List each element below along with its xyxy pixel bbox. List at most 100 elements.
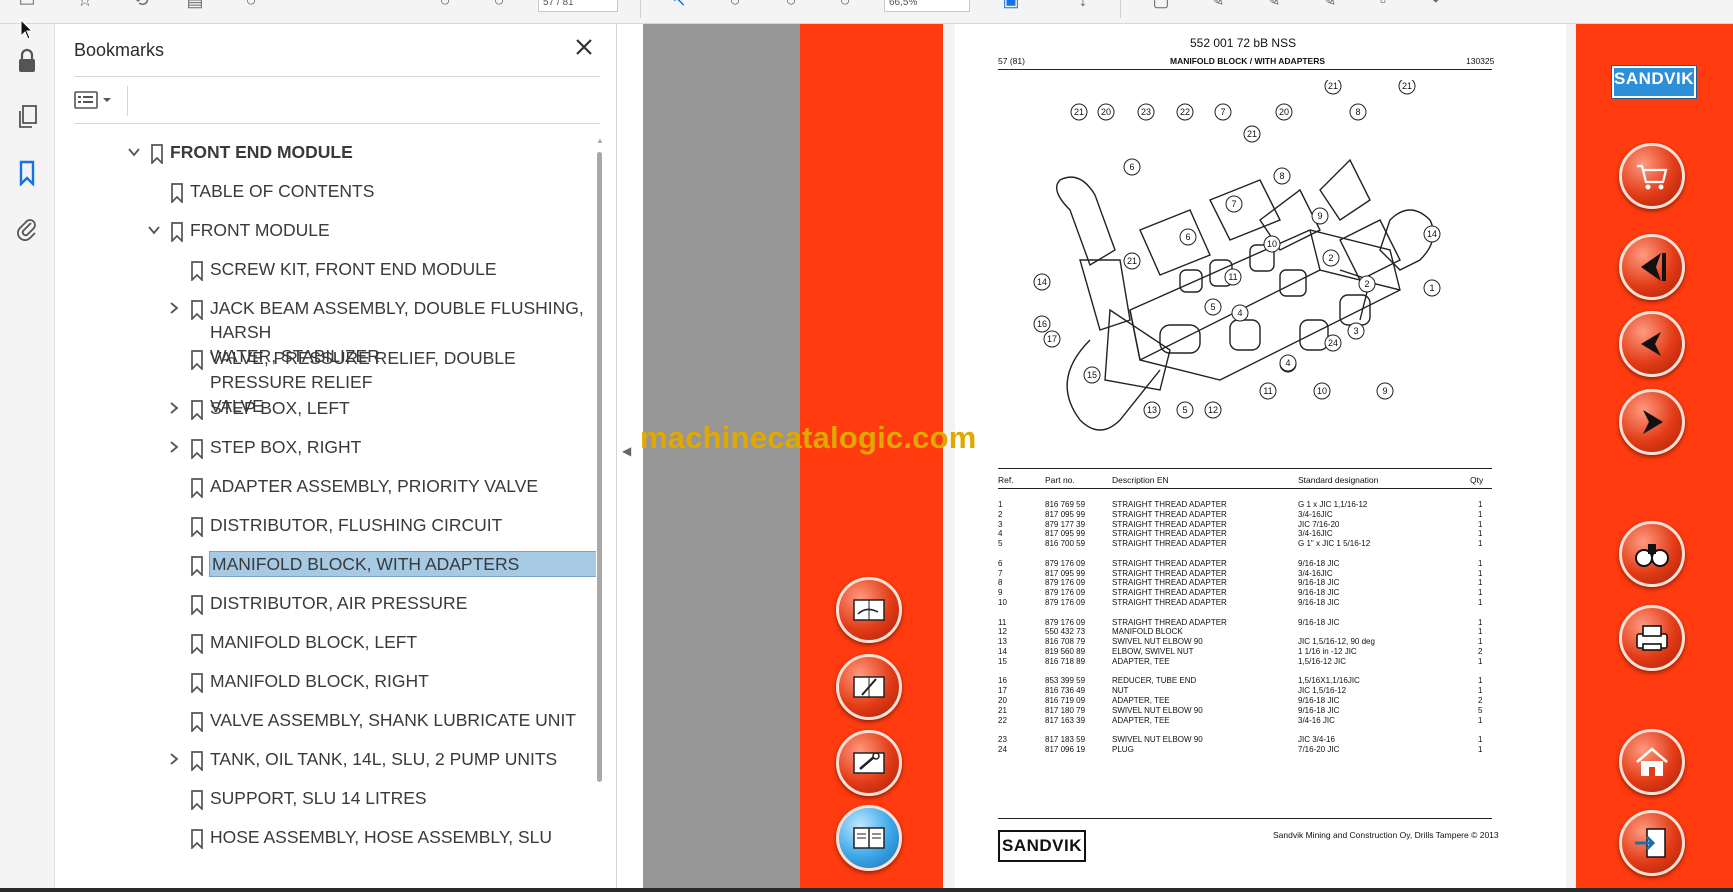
cell-ref: 5	[998, 539, 1003, 549]
print-icon[interactable]: ▤	[184, 0, 206, 9]
lock-icon[interactable]	[12, 46, 42, 76]
bookmark-item[interactable]: DISTRIBUTOR, FLUSHING CIRCUIT	[56, 513, 596, 552]
chevron-right-icon[interactable]	[166, 401, 182, 417]
chevron-down-icon[interactable]	[146, 223, 162, 239]
bookmark-item[interactable]: VALVE, PRESSURE RELIEF, DOUBLE PRESSURE …	[56, 346, 596, 416]
pages-icon[interactable]	[12, 102, 42, 132]
zoom-field[interactable]: 66,5%	[884, 0, 970, 12]
open-book-icon	[853, 827, 885, 849]
cell-ref: 15	[998, 656, 1007, 666]
bookmark-item[interactable]: JACK BEAM ASSEMBLY, DOUBLE FLUSHING, HAR…	[56, 296, 596, 366]
star-icon[interactable]: ☆	[74, 0, 96, 9]
catalog-button[interactable]	[836, 577, 902, 643]
sign-icon[interactable]: ✎	[1262, 0, 1284, 9]
callout-marker: 5	[1204, 298, 1222, 316]
bookmark-item[interactable]: MANIFOLD BLOCK, WITH ADAPTERS	[56, 551, 596, 591]
prev-page-icon[interactable]: ○	[434, 0, 456, 9]
comment-icon[interactable]: ▢	[1150, 0, 1172, 9]
delete-icon[interactable]: ▫	[1372, 0, 1394, 9]
info-book-button[interactable]	[836, 805, 902, 871]
page-gap	[1566, 24, 1576, 888]
bookmark-item[interactable]: TABLE OF CONTENTS	[56, 179, 596, 218]
highlight-icon[interactable]: ✎	[1206, 0, 1228, 9]
zoom-in-icon[interactable]: ○	[780, 0, 802, 9]
search-button[interactable]	[1619, 521, 1685, 587]
callout-marker: 22	[1176, 103, 1194, 121]
next-page-button[interactable]	[1619, 389, 1685, 455]
attachment-icon[interactable]	[12, 214, 42, 244]
bookmark-item[interactable]: VALVE ASSEMBLY, SHANK LUBRICATE UNIT	[56, 708, 596, 747]
cell-ref: 2	[998, 509, 1003, 519]
cell-desc: STRAIGHT THREAD ADAPTER	[1112, 578, 1227, 588]
select-tool-icon[interactable]: ↖	[668, 0, 690, 9]
cell-qty: 1	[1478, 500, 1483, 509]
cell-desc: ELBOW, SWIVEL NUT	[1112, 647, 1194, 656]
cell-qty: 1	[1478, 598, 1483, 607]
cart-button[interactable]	[1619, 143, 1685, 209]
first-page-button[interactable]	[1619, 234, 1685, 300]
bookmark-label-line: VALVE, PRESSURE RELIEF, DOUBLE PRESSURE …	[210, 348, 516, 392]
bookmark-label: STEP BOX, LEFT	[210, 396, 350, 420]
callout-marker: 12	[1204, 401, 1222, 419]
bookmark-item[interactable]: MANIFOLD BLOCK, LEFT	[56, 630, 596, 669]
home-button[interactable]	[1619, 729, 1685, 795]
zoom-out-icon[interactable]: ○	[724, 0, 746, 9]
cell-part: 816 769 59	[1045, 500, 1086, 509]
page-number-field[interactable]: 57 / 81	[538, 0, 618, 12]
fit-page-icon[interactable]: ▣	[1000, 0, 1022, 9]
panel-title: Bookmarks	[74, 40, 165, 60]
callout-number: 2	[1328, 253, 1333, 263]
manual-button[interactable]	[836, 654, 902, 720]
exit-button[interactable]	[1619, 810, 1685, 876]
chevron-right-icon[interactable]	[166, 440, 182, 456]
table-row: 4 817 095 99 STRAIGHT THREAD ADAPTER 3/4-16…	[998, 529, 1492, 539]
bookmark-flag-icon	[190, 350, 204, 372]
bookmark-item[interactable]: FRONT END MODULE	[56, 140, 596, 179]
bookmark-item[interactable]: MANIFOLD BLOCK, RIGHT	[56, 669, 596, 708]
undo-icon[interactable]: ↶	[1428, 0, 1450, 9]
bookmark-item[interactable]: TANK, OIL TANK, 14L, SLU, 2 PUMP UNITS	[56, 747, 596, 786]
chevron-right-icon[interactable]	[166, 752, 182, 768]
cell-ref: 23	[998, 735, 1007, 745]
bookmark-label-line: MANIFOLD BLOCK, WITH ADAPTERS	[212, 554, 520, 574]
bookmark-item[interactable]: HOSE ASSEMBLY, HOSE ASSEMBLY, SLU	[56, 825, 596, 864]
print-button[interactable]	[1619, 605, 1685, 671]
next-page-icon[interactable]: ○	[488, 0, 510, 9]
callout-marker: 4	[1279, 354, 1297, 372]
bookmark-item[interactable]: STEP BOX, LEFT	[56, 396, 596, 435]
zoom-icon[interactable]: ○	[834, 0, 856, 9]
home-icon[interactable]: ▭	[16, 0, 38, 9]
tools-button[interactable]	[836, 730, 902, 796]
table-row: 23 817 183 59 SWIVEL NUT ELBOW 90 JIC 3/4-1…	[998, 735, 1492, 745]
callout-marker: 10	[1263, 235, 1281, 253]
bookmark-label-line: JACK BEAM ASSEMBLY, DOUBLE FLUSHING, HAR…	[210, 298, 584, 342]
bookmark-item[interactable]: SUPPORT, SLU 14 LITRES	[56, 786, 596, 825]
bookmark-item[interactable]: STEP BOX, RIGHT	[56, 435, 596, 474]
cell-qty: 1	[1478, 715, 1483, 725]
cell-qty: 1	[1478, 519, 1483, 529]
bookmark-item[interactable]: FRONT MODULE	[56, 218, 596, 257]
cell-part: 817 095 99	[1045, 568, 1086, 578]
bookmark-item[interactable]: DISTRIBUTOR, AIR PRESSURE	[56, 591, 596, 630]
chevron-down-icon[interactable]	[126, 145, 142, 161]
scroll-up-icon[interactable]: ▲	[595, 136, 605, 146]
collapse-panel-icon[interactable]: ◀	[622, 444, 631, 458]
previous-page-button[interactable]	[1619, 311, 1685, 377]
bookmark-scrollbar[interactable]: ▲	[595, 136, 605, 888]
cell-desc: STRAIGHT THREAD ADAPTER	[1112, 519, 1227, 529]
share-icon[interactable]: ⟲	[130, 0, 152, 9]
draw-icon[interactable]: ✎	[1318, 0, 1340, 9]
bookmark-label-line: FRONT MODULE	[190, 220, 330, 240]
search-icon[interactable]: ○	[240, 0, 262, 9]
bookmark-options-button[interactable]	[74, 86, 118, 114]
bookmark-item[interactable]: SCREW KIT, FRONT END MODULE	[56, 257, 596, 296]
bookmark-label: FRONT END MODULE	[170, 140, 353, 164]
bookmark-item[interactable]: ADAPTER ASSEMBLY, PRIORITY VALVE	[56, 474, 596, 513]
scroll-mode-icon[interactable]: ↓	[1072, 0, 1094, 9]
cell-qty: 1	[1478, 656, 1483, 666]
bookmark-icon[interactable]	[12, 158, 42, 188]
chevron-right-icon[interactable]	[166, 301, 182, 317]
scrollbar-thumb[interactable]	[597, 152, 602, 782]
cell-ref: 22	[998, 715, 1007, 725]
close-panel-button[interactable]	[571, 36, 597, 62]
